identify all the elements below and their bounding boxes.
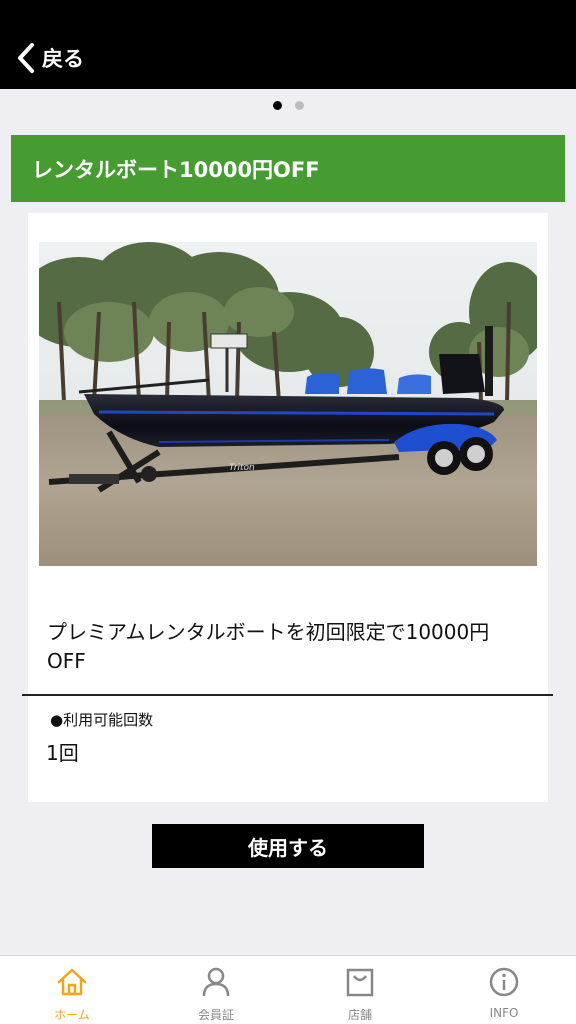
available-uses-value: 1回 — [46, 741, 79, 765]
info-icon — [489, 967, 519, 997]
carousel-page-indicator — [0, 101, 576, 110]
boat-photo: Triton — [39, 242, 537, 566]
coupon-description: プレミアムレンタルボートを初回限定で10000円OFF — [47, 620, 490, 673]
tab-home[interactable]: ホーム — [0, 956, 144, 1024]
page-dot-2[interactable] — [294, 101, 304, 110]
coupon-card: Triton プレミアムレンタルボートを初回限定で10000円OFF ●利用可能… — [22, 213, 553, 802]
tab-label: INFO — [489, 1006, 519, 1020]
back-button[interactable]: 戻る — [14, 40, 84, 76]
top-navigation-bar: 戻る — [0, 0, 576, 89]
divider — [22, 694, 553, 696]
tab-stores[interactable]: 店舗 — [288, 956, 432, 1024]
available-uses-label: ●利用可能回数 — [50, 711, 154, 729]
bottom-tab-bar: ホーム 会員証 店舗 INFO — [0, 955, 576, 1024]
page-dot-1[interactable] — [272, 101, 282, 110]
tab-membership-card[interactable]: 会員証 — [144, 956, 288, 1024]
coupon-title-banner: レンタルボート10000円OFF — [11, 135, 565, 202]
tab-label: 会員証 — [197, 1008, 234, 1022]
home-icon — [57, 968, 87, 996]
tab-label: 店舗 — [347, 1008, 372, 1022]
back-label: 戻る — [42, 47, 84, 71]
person-icon — [202, 967, 230, 997]
shopping-bag-icon — [346, 968, 374, 997]
coupon-title: レンタルボート10000円OFF — [32, 157, 320, 182]
tab-info[interactable]: INFO — [432, 956, 576, 1024]
tab-label: ホーム — [54, 1008, 90, 1022]
boat-brand-text: Triton — [229, 463, 255, 473]
use-coupon-button[interactable]: 使用する — [152, 824, 424, 868]
chevron-left-icon — [18, 43, 34, 73]
